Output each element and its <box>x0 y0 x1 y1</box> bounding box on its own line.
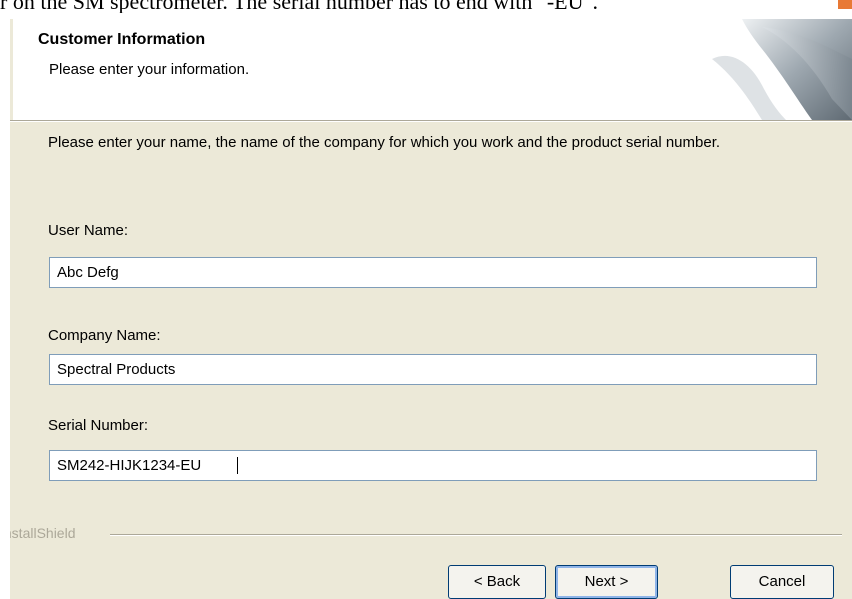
text-caret <box>237 457 238 474</box>
user-name-input[interactable] <box>49 257 817 288</box>
cancel-button[interactable]: Cancel <box>730 565 834 599</box>
serial-number-input[interactable] <box>49 450 817 481</box>
header-title: Customer Information <box>38 31 206 48</box>
company-name-label: Company Name: <box>48 327 161 344</box>
page-caption: r on the SM spectrometer. The serial num… <box>0 0 852 13</box>
back-button[interactable]: < Back <box>448 565 546 599</box>
next-button[interactable]: Next > <box>555 565 658 599</box>
company-name-input[interactable] <box>49 354 817 385</box>
dialog-header: Customer Information Please enter your i… <box>13 19 852 120</box>
installer-dialog: Customer Information Please enter your i… <box>10 19 852 599</box>
user-name-label: User Name: <box>48 222 129 239</box>
serial-number-label: Serial Number: <box>48 417 149 434</box>
header-divider-highlight <box>10 121 852 122</box>
page-caption-text: r on the SM spectrometer. The serial num… <box>0 0 598 13</box>
caption-accent-mark <box>838 0 852 9</box>
installshield-graphic-icon <box>712 19 852 120</box>
branding-divider-highlight <box>110 535 842 536</box>
header-subtitle: Please enter your information. <box>49 61 250 78</box>
instructions-text: Please enter your name, the name of the … <box>48 134 721 151</box>
installshield-label: InstallShield <box>10 525 76 541</box>
installshield-branding: InstallShield <box>10 523 852 545</box>
